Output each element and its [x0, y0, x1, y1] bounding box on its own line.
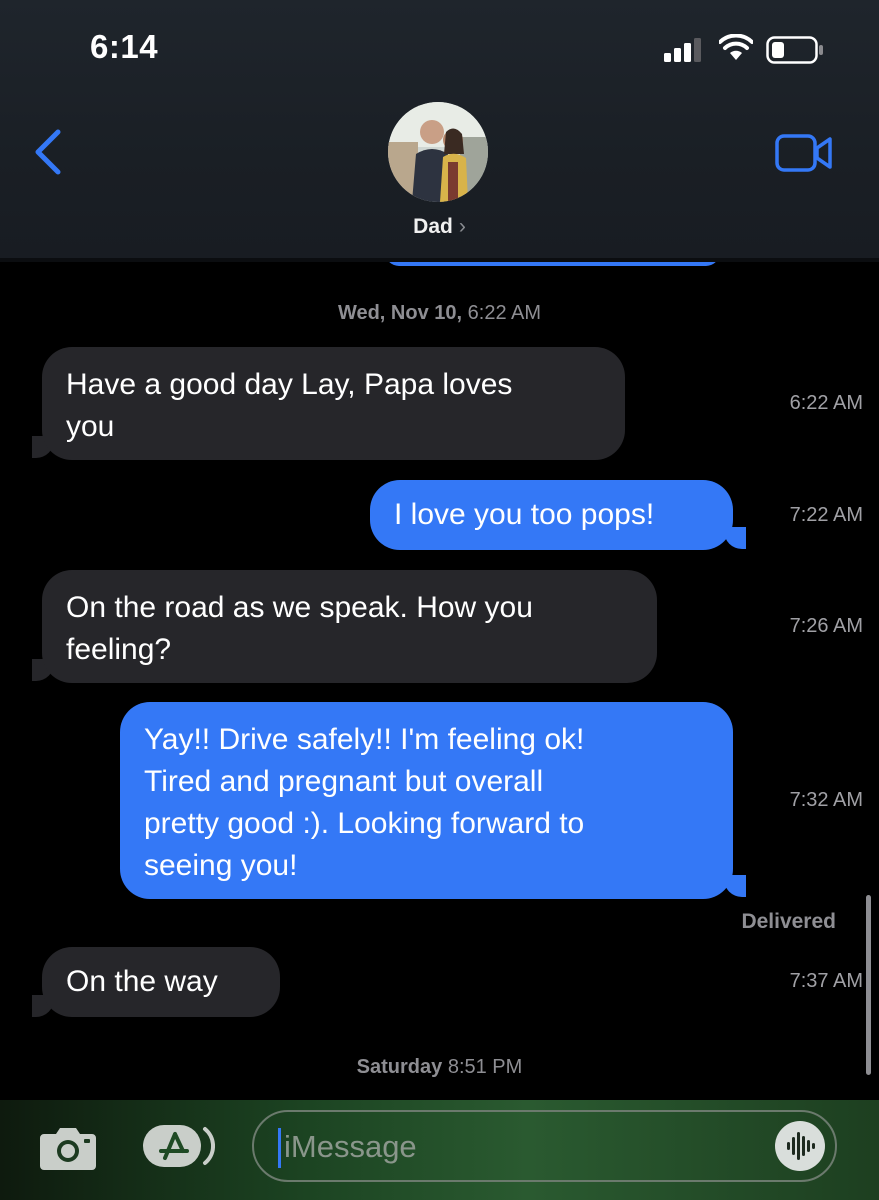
date-separator: Saturday 8:51 PM [0, 1056, 879, 1079]
date-separator-time: 6:22 AM [467, 302, 542, 324]
message-text-line: On the road as we speak. How you [66, 591, 533, 624]
imessage-input[interactable]: iMessage [252, 1110, 837, 1182]
date-separator: Wed, Nov 10, 6:22 AM [0, 302, 879, 325]
waveform-icon [787, 1132, 815, 1160]
message-text-line: seeing you! [144, 849, 298, 882]
header-divider [0, 258, 879, 262]
conversation-header: 6:14 Dad › [0, 0, 879, 262]
app-store-button[interactable] [143, 1121, 216, 1171]
app-store-icon [143, 1125, 216, 1167]
message-text-line: On the way [66, 965, 218, 998]
message-bubble-outgoing[interactable]: Yay!! Drive safely!! I'm feeling ok! Tir… [120, 702, 733, 899]
message-text-line: feeling? [66, 633, 172, 666]
contact-name-label: Dad [413, 215, 453, 238]
chevron-left-icon[interactable] [30, 128, 66, 176]
message-text-line: Tired and pregnant but overall [144, 765, 544, 798]
status-time: 6:14 [90, 28, 159, 65]
text-cursor [278, 1128, 281, 1168]
date-separator-time: 8:51 PM [447, 1056, 523, 1078]
message-text-line: you [66, 410, 115, 443]
delivered-status: Delivered [741, 910, 836, 933]
message-timestamp: 7:26 AM [789, 615, 863, 637]
message-timestamp: 7:32 AM [789, 789, 863, 811]
camera-icon[interactable] [38, 1124, 98, 1172]
message-text-line: Have a good day Lay, Papa loves [66, 368, 513, 401]
message-timestamp: 7:22 AM [789, 504, 863, 526]
date-separator-day: Wed, Nov 10, [337, 302, 463, 324]
date-separator-day: Saturday [356, 1056, 443, 1078]
message-bubble-incoming[interactable]: Have a good day Lay, Papa loves you [42, 347, 625, 460]
imessage-placeholder: iMessage [284, 1129, 417, 1164]
message-text-line: Yay!! Drive safely!! I'm feeling ok! [144, 723, 585, 756]
contact-avatar[interactable] [388, 102, 488, 202]
contact-name[interactable]: Dad › [0, 215, 879, 239]
message-timestamp: 6:22 AM [789, 392, 863, 414]
message-timestamp: 7:37 AM [789, 970, 863, 992]
message-text-line: pretty good :). Looking forward to [144, 807, 585, 840]
cellular-signal-icon [664, 38, 701, 62]
scrollbar[interactable] [866, 895, 871, 1075]
video-camera-icon[interactable] [775, 134, 833, 172]
message-bubble-outgoing[interactable]: I love you too pops! [370, 480, 733, 550]
message-bubble-incoming[interactable]: On the road as we speak. How you feeling… [42, 570, 657, 683]
message-text-line: I love you too pops! [394, 498, 655, 531]
voice-message-button[interactable] [775, 1121, 825, 1171]
wifi-icon [719, 34, 753, 60]
message-bubble-incoming[interactable]: On the way [42, 947, 280, 1017]
chevron-right-icon: › [458, 215, 466, 238]
battery-icon [766, 36, 823, 64]
